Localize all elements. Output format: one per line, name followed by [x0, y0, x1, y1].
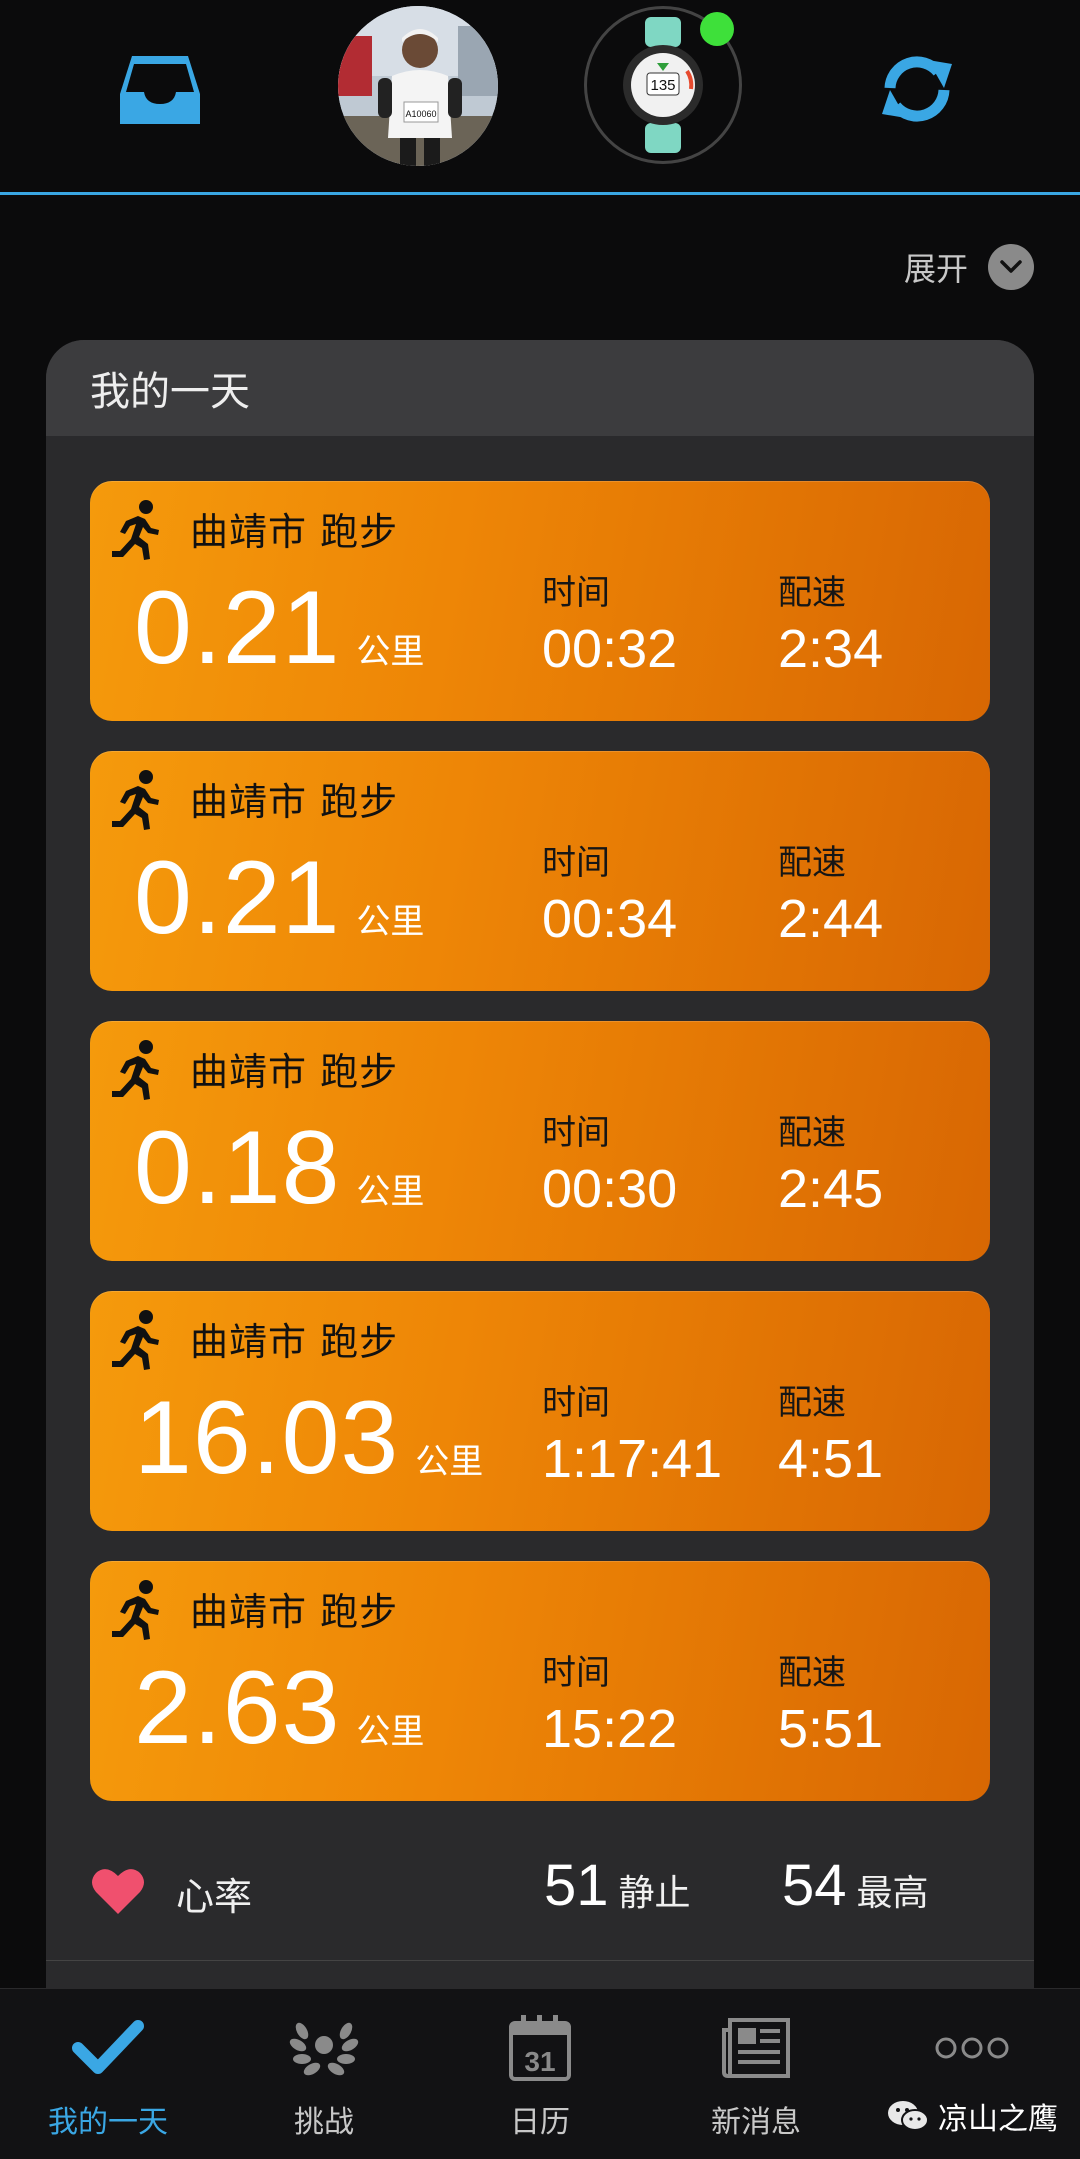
resting-hr-value: 51 [544, 1853, 609, 1918]
device-connected-status-dot [700, 12, 734, 46]
activity-card[interactable]: 曲靖市 跑步 16.03 公里 时间 1:17:41 配速 4:51 [90, 1291, 990, 1531]
pace-label: 配速 [778, 843, 846, 883]
calendar-day: 31 [524, 2046, 555, 2077]
more-icon [932, 2011, 1012, 2085]
activity-distance: 0.21 公里 [134, 569, 424, 688]
avatar-bib-number: A10060 [405, 109, 436, 119]
running-icon [112, 1310, 159, 1370]
watermark-text: 凉山之鹰 [938, 2102, 1058, 2137]
nav-label: 挑战 [294, 2105, 354, 2140]
expand-toggle[interactable]: 展开 [904, 244, 1034, 290]
activity-title: 曲靖市 跑步 [190, 1590, 399, 1634]
activity-pace: 配速 2:34 [778, 565, 883, 680]
pace-label: 配速 [778, 1653, 846, 1693]
inbox-icon[interactable] [118, 50, 202, 130]
resting-hr-label: 静止 [618, 1873, 691, 1914]
nav-news[interactable]: 新消息 [648, 1989, 864, 2159]
pace-value: 2:45 [778, 1159, 884, 1219]
running-icon [112, 1580, 159, 1640]
time-label: 时间 [542, 573, 610, 613]
nav-my-day[interactable]: 我的一天 [0, 1989, 216, 2159]
checkmark-icon [68, 2011, 148, 2085]
activity-pace: 配速 2:44 [778, 835, 883, 950]
pace-value: 4:51 [778, 1429, 884, 1489]
time-value: 15:22 [542, 1699, 678, 1759]
my-day-panel: 我的一天 曲靖市 跑步 0.21 公里 时间 00:32 配速 2:34 曲靖市… [46, 340, 1034, 2000]
time-value: 00:32 [542, 619, 678, 679]
distance-value: 0.18 [134, 1110, 341, 1226]
my-day-header: 我的一天 [46, 340, 1034, 436]
activity-time: 时间 00:32 [542, 565, 677, 680]
my-day-title: 我的一天 [90, 369, 250, 415]
pace-value: 2:34 [778, 619, 884, 679]
activity-time: 时间 15:22 [542, 1645, 677, 1760]
activity-pace: 配速 2:45 [778, 1105, 883, 1220]
distance-unit: 公里 [356, 1172, 425, 1212]
activity-card[interactable]: 曲靖市 跑步 0.18 公里 时间 00:30 配速 2:45 [90, 1021, 990, 1261]
heart-rate-row[interactable]: 心率 51 静止 54 最高 [46, 1840, 1034, 1961]
activity-title: 曲靖市 跑步 [190, 780, 399, 824]
pace-label: 配速 [778, 1113, 846, 1153]
time-value: 00:30 [542, 1159, 678, 1219]
nav-label: 我的一天 [48, 2105, 168, 2140]
top-bar: A10060 135 [0, 0, 1080, 195]
activity-title: 曲靖市 跑步 [190, 1050, 399, 1094]
max-heart-rate: 54 最高 [782, 1852, 929, 1919]
nav-label: 日历 [510, 2105, 570, 2140]
activity-title: 曲靖市 跑步 [190, 510, 399, 554]
time-value: 1:17:41 [542, 1429, 723, 1489]
news-icon [716, 2011, 796, 2085]
distance-value: 0.21 [134, 840, 341, 956]
activity-distance: 2.63 公里 [134, 1649, 424, 1768]
max-hr-label: 最高 [856, 1873, 929, 1914]
distance-unit: 公里 [356, 902, 425, 942]
distance-unit: 公里 [356, 1712, 425, 1752]
user-avatar[interactable]: A10060 [338, 6, 498, 166]
time-label: 时间 [542, 843, 610, 883]
distance-value: 16.03 [134, 1380, 400, 1496]
expand-label: 展开 [903, 250, 968, 288]
activity-pace: 配速 4:51 [778, 1375, 883, 1490]
max-hr-value: 54 [782, 1853, 847, 1918]
running-icon [112, 500, 159, 560]
time-label: 时间 [542, 1113, 610, 1153]
running-icon [112, 770, 159, 830]
distance-value: 2.63 [134, 1650, 341, 1766]
heart-rate-label: 心率 [176, 1875, 253, 1919]
distance-unit: 公里 [356, 632, 425, 672]
distance-unit: 公里 [415, 1442, 484, 1482]
activity-distance: 0.21 公里 [134, 839, 424, 958]
wechat-watermark: 凉山之鹰 [886, 2094, 1058, 2138]
time-label: 时间 [542, 1383, 610, 1423]
running-icon [112, 1040, 159, 1100]
watch-display-value: 135 [650, 77, 675, 94]
calendar-icon: 31 [500, 2011, 580, 2085]
time-label: 时间 [542, 1653, 610, 1693]
nav-label: 新消息 [711, 2105, 801, 2140]
heart-icon [92, 1869, 144, 1914]
activity-title: 曲靖市 跑步 [190, 1320, 399, 1364]
activity-time: 时间 1:17:41 [542, 1375, 722, 1490]
activity-distance: 0.18 公里 [134, 1109, 424, 1228]
distance-value: 0.21 [134, 570, 341, 686]
pace-label: 配速 [778, 1383, 846, 1423]
nav-calendar[interactable]: 31 日历 [432, 1989, 648, 2159]
pace-value: 5:51 [778, 1699, 884, 1759]
laurel-icon [284, 2011, 364, 2085]
pace-label: 配速 [778, 573, 846, 613]
nav-challenges[interactable]: 挑战 [216, 1989, 432, 2159]
sync-icon[interactable] [872, 44, 962, 134]
activity-pace: 配速 5:51 [778, 1645, 883, 1760]
chevron-down-icon[interactable] [988, 244, 1034, 290]
activity-time: 时间 00:30 [542, 1105, 677, 1220]
activity-card[interactable]: 曲靖市 跑步 0.21 公里 时间 00:32 配速 2:34 [90, 481, 990, 721]
activity-card[interactable]: 曲靖市 跑步 2.63 公里 时间 15:22 配速 5:51 [90, 1561, 990, 1801]
pace-value: 2:44 [778, 889, 884, 949]
wechat-icon [888, 2101, 929, 2131]
resting-heart-rate: 51 静止 [544, 1852, 691, 1919]
time-value: 00:34 [542, 889, 678, 949]
activity-card[interactable]: 曲靖市 跑步 0.21 公里 时间 00:34 配速 2:44 [90, 751, 990, 991]
activity-time: 时间 00:34 [542, 835, 677, 950]
activity-distance: 16.03 公里 [134, 1379, 483, 1498]
